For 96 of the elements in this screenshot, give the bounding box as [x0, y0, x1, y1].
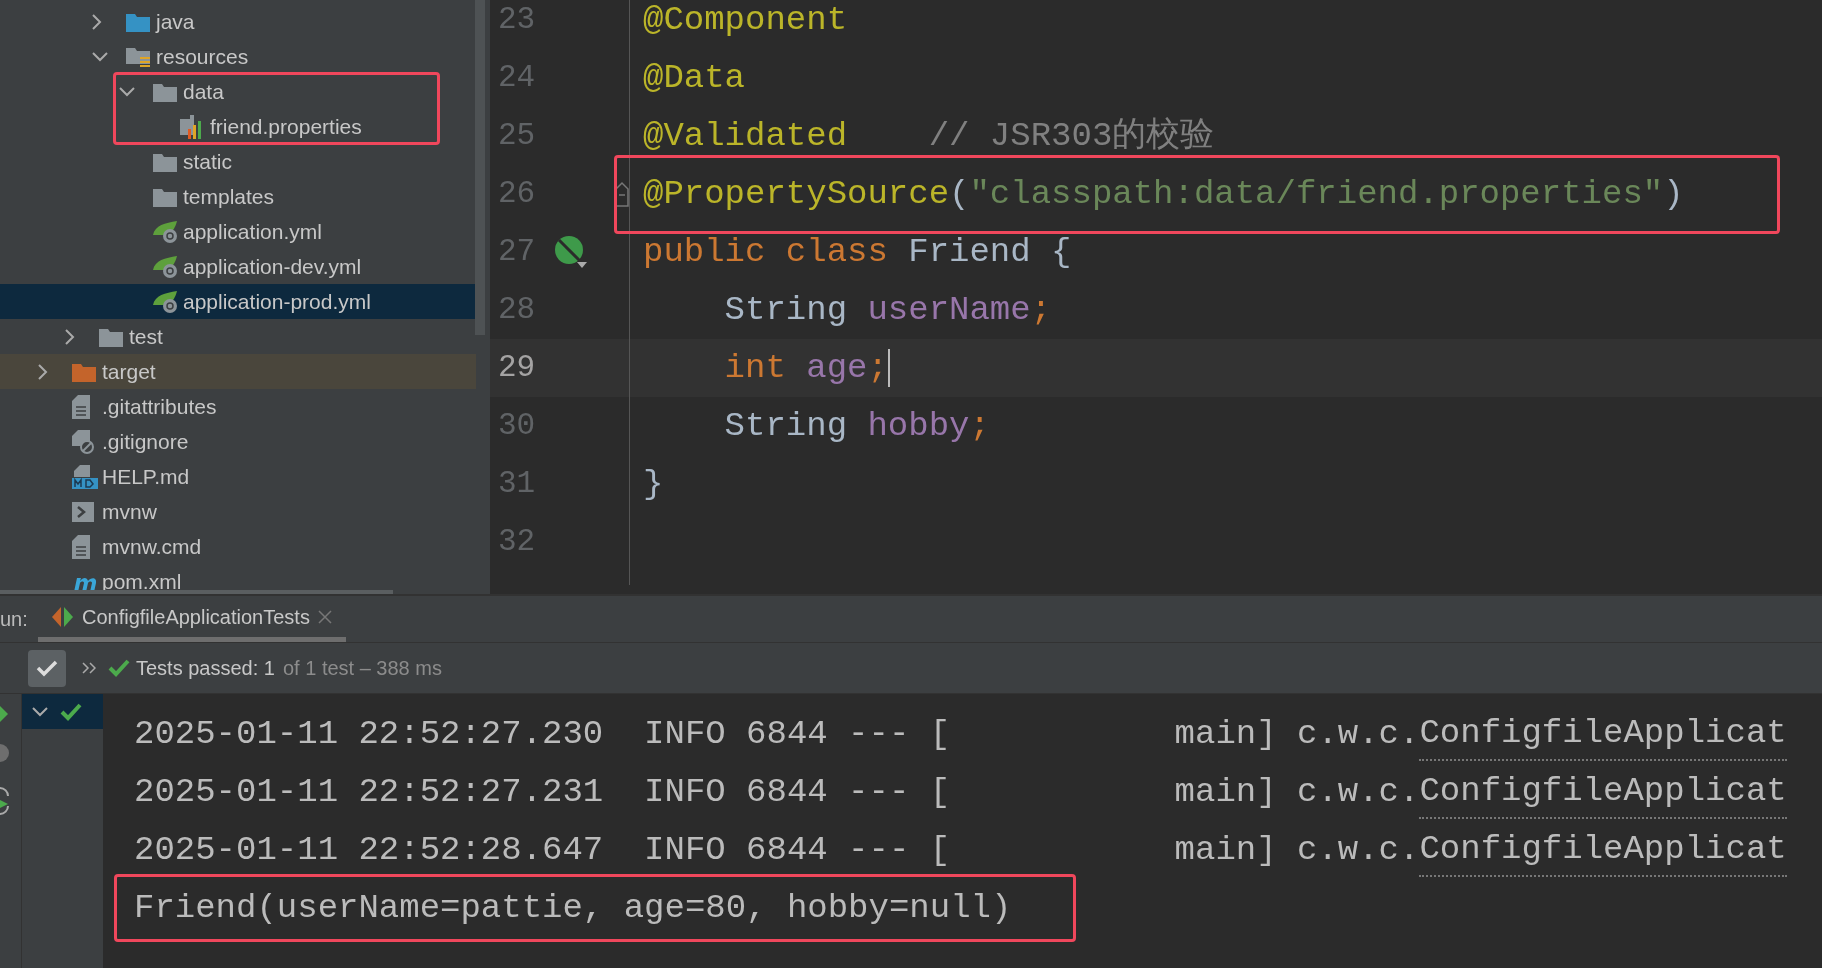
- tests-passed-text: Tests passed: 1: [136, 656, 275, 681]
- code-line: String hobby;: [723, 405, 990, 447]
- line-number: 28: [498, 290, 537, 329]
- line-number: 23: [498, 0, 537, 39]
- check-icon: [36, 659, 58, 677]
- expand-more-icon[interactable]: [82, 662, 96, 674]
- chevron-down-icon[interactable]: [92, 51, 108, 62]
- tree-item-label: .gitignore: [102, 428, 189, 455]
- play-icon[interactable]: [0, 706, 8, 722]
- tree-item-label: resources: [156, 43, 249, 70]
- code-line: @Component: [643, 0, 848, 41]
- bean-icon[interactable]: [553, 234, 589, 270]
- tree-item[interactable]: application-dev.yml: [0, 249, 366, 284]
- leaf-gear-icon: [153, 220, 179, 243]
- check-icon: [108, 659, 130, 677]
- tree-item-label: .gitattributes: [102, 393, 217, 420]
- tests-detail-text: of 1 test – 388 ms: [282, 656, 442, 681]
- run-tab[interactable]: ConfigfileApplicationTests: [38, 596, 346, 642]
- chevron-right-icon[interactable]: [38, 363, 48, 380]
- class-link[interactable]: ConfigfileApplicat: [1419, 707, 1787, 761]
- tree-item-label: friend.properties: [210, 113, 362, 140]
- tree-item-label: templates: [183, 183, 275, 210]
- leaf-gear-icon: [153, 255, 179, 278]
- tree-item[interactable]: static: [0, 144, 236, 179]
- line-number: 25: [498, 116, 537, 155]
- tree-item-label: application-prod.yml: [183, 288, 371, 315]
- tree-item-label: target: [102, 358, 156, 385]
- chevron-down-icon[interactable]: [119, 86, 135, 97]
- console-line: 2025-01-11 22:52:27.230 INFO 6844 --- [ main] c.w.c.: [134, 713, 1420, 755]
- tree-item-label: static: [183, 148, 232, 175]
- tree-item[interactable]: test: [0, 319, 167, 354]
- resources-folder-icon: [126, 45, 150, 68]
- close-icon[interactable]: [317, 609, 332, 624]
- tree-item[interactable]: target: [0, 354, 476, 389]
- tree-item[interactable]: data: [0, 74, 228, 109]
- folder-icon: [72, 361, 96, 382]
- code-line: public class Friend {: [643, 231, 1072, 273]
- check-icon: [60, 702, 82, 721]
- test-tree-row[interactable]: [22, 694, 103, 729]
- class-link[interactable]: ConfigfileApplicat: [1419, 765, 1787, 819]
- tree-item-label: pom.xml: [102, 568, 182, 594]
- code-line: }: [643, 463, 664, 505]
- markdown-file-icon: [72, 464, 98, 489]
- code-line: String userName;: [723, 289, 1052, 331]
- tree-item[interactable]: application.yml: [0, 214, 326, 249]
- tree-item[interactable]: mvnw: [0, 494, 161, 529]
- code-line: @PropertySource("classpath:data/friend.properties"): [643, 173, 1684, 215]
- tree-item-label: mvnw.cmd: [102, 533, 202, 560]
- file-chart-icon: [180, 114, 202, 139]
- line-number: 30: [498, 406, 537, 445]
- line-number: 26: [498, 174, 537, 213]
- run-label: un:: [0, 607, 29, 632]
- terminal-icon: [72, 501, 94, 522]
- test-run-icon: [52, 606, 74, 627]
- folder-icon: [153, 186, 177, 207]
- tree-item[interactable]: java: [0, 4, 199, 39]
- tree-item-label: mvnw: [102, 498, 157, 525]
- folder-icon: [153, 81, 177, 102]
- line-number: 24: [498, 58, 537, 97]
- tree-item-label: test: [129, 323, 163, 350]
- tree-item[interactable]: .gitignore: [0, 424, 193, 459]
- tree-item[interactable]: application-prod.yml: [0, 284, 476, 319]
- chevron-right-icon[interactable]: [65, 328, 75, 345]
- folder-icon: [99, 326, 123, 347]
- file-icon: [72, 534, 92, 559]
- line-number: 29: [498, 348, 537, 387]
- tree-item-label: application-dev.yml: [183, 253, 362, 280]
- tree-item-label: java: [156, 8, 195, 35]
- folder-icon: [153, 151, 177, 172]
- chevron-down-icon: [32, 706, 48, 717]
- show-passed-button[interactable]: [28, 649, 66, 687]
- line-number: 31: [498, 464, 537, 503]
- console-line: Friend(userName=pattie, age=80, hobby=null): [134, 887, 1012, 929]
- tree-item[interactable]: .gitattributes: [0, 389, 221, 424]
- leaf-gear-icon: [153, 290, 179, 313]
- tree-item-label: application.yml: [183, 218, 322, 245]
- tree-item-label: data: [183, 78, 224, 105]
- tree-item[interactable]: mvnw.cmd: [0, 529, 206, 564]
- folder-icon: [126, 11, 150, 32]
- class-link[interactable]: ConfigfileApplicat: [1419, 823, 1787, 877]
- console-line: 2025-01-11 22:52:27.231 INFO 6844 --- [ main] c.w.c.: [134, 771, 1420, 813]
- console-line: 2025-01-11 22:52:28.647 INFO 6844 --- [ main] c.w.c.: [134, 829, 1420, 871]
- code-line: @Data: [643, 57, 746, 99]
- file-icon: [72, 394, 92, 419]
- tree-item[interactable]: HELP.md: [0, 459, 194, 494]
- scrollbar[interactable]: [475, 0, 485, 335]
- line-number: 32: [498, 522, 537, 561]
- code-line: @Validated // JSR303的校验: [643, 115, 1215, 157]
- tree-item[interactable]: resources: [0, 39, 253, 74]
- chevron-right-icon[interactable]: [92, 13, 102, 30]
- tree-item[interactable]: templates: [0, 179, 279, 214]
- file-blocked-icon: [72, 429, 96, 454]
- line-number: 27: [498, 232, 537, 271]
- tree-item[interactable]: friend.properties: [0, 109, 366, 144]
- tree-item-label: HELP.md: [102, 463, 190, 490]
- code-line: int age;: [723, 347, 888, 389]
